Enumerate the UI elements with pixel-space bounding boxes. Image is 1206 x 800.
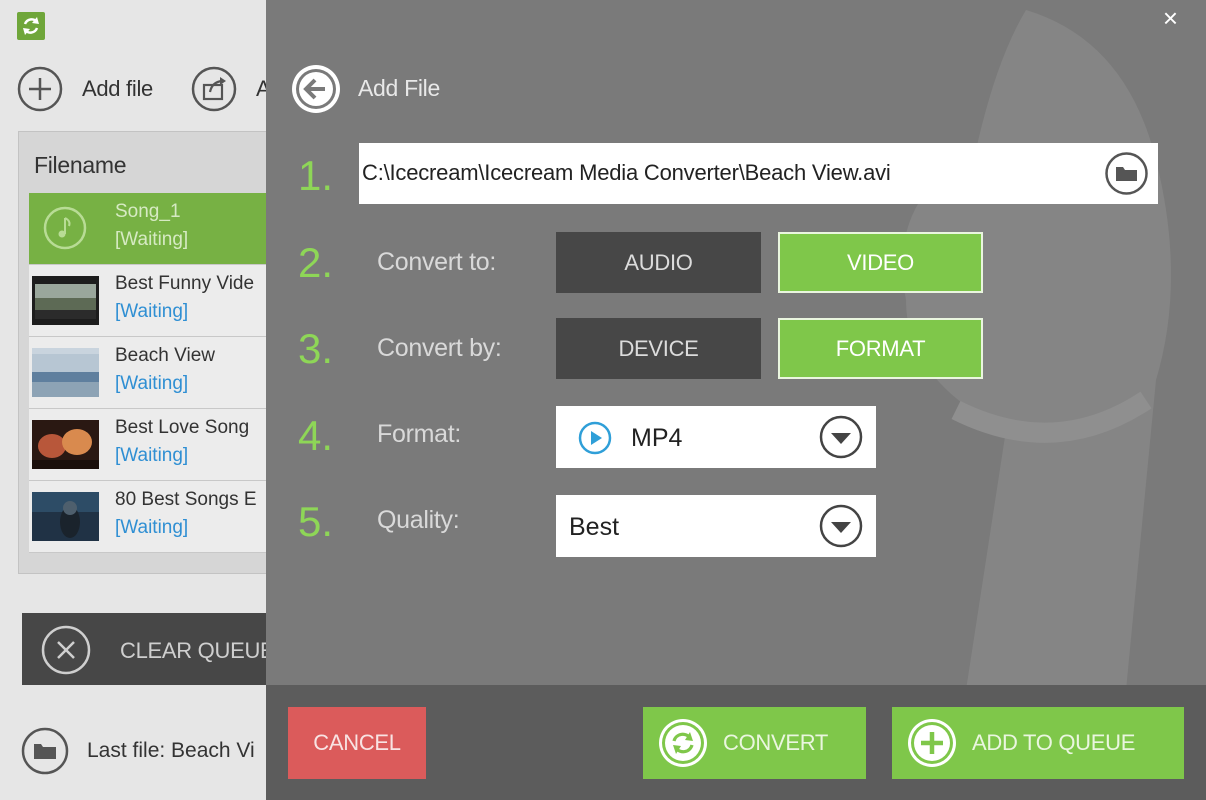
plus-circle-icon xyxy=(16,65,64,113)
queue-item[interactable]: Best Love Song [Waiting] xyxy=(29,409,266,481)
step-number: 2. xyxy=(298,239,334,286)
add-file-dialog: × Add File 1. C:\Icecream\Icecream Media… xyxy=(266,0,1206,800)
last-file-bar: Last file: Beach Vi xyxy=(20,726,255,776)
add-to-queue-label: ADD TO QUEUE xyxy=(972,730,1136,755)
convert-button[interactable]: CONVERT xyxy=(643,707,866,779)
queue-item-status: [Waiting] xyxy=(115,517,189,538)
queue-item[interactable]: Best Funny Vide [Waiting] xyxy=(29,265,266,337)
quality-dropdown[interactable]: Best xyxy=(556,495,876,557)
queue-panel: Filename Song_1 [Waiting] Best Funny Vid… xyxy=(18,131,266,574)
plus-circle-icon xyxy=(906,717,958,769)
back-arrow-icon[interactable] xyxy=(290,63,342,115)
add-file-button[interactable]: Add file xyxy=(16,64,153,114)
queue-item[interactable]: 80 Best Songs E [Waiting] xyxy=(29,481,266,553)
format-value: MP4 xyxy=(631,424,683,452)
format-toggle-button[interactable]: FORMAT xyxy=(778,318,983,379)
queue-item[interactable]: Beach View [Waiting] xyxy=(29,337,266,409)
folder-icon[interactable] xyxy=(1104,151,1149,196)
step-number: 1. xyxy=(298,152,334,199)
chevron-down-icon xyxy=(818,414,864,460)
convert-by-label: Convert by: xyxy=(377,334,502,362)
video-toggle-button[interactable]: VIDEO xyxy=(778,232,983,293)
add-to-queue-button[interactable]: ADD TO QUEUE xyxy=(892,707,1184,779)
folder-icon[interactable] xyxy=(20,726,70,776)
queue-item-name: 80 Best Songs E xyxy=(115,489,257,510)
add-url-button[interactable]: A xyxy=(190,64,266,114)
queue-item-name: Beach View xyxy=(115,345,215,366)
step-number: 4. xyxy=(298,412,334,459)
main-window: Add file A Filename Song_1 [Waiting] Bes… xyxy=(0,0,266,800)
queue-item-name: Song_1 xyxy=(115,201,181,222)
video-thumbnail xyxy=(32,276,99,325)
app-logo-icon xyxy=(17,12,45,40)
play-circle-icon xyxy=(578,421,612,455)
quality-value: Best xyxy=(569,513,620,541)
format-dropdown[interactable]: MP4 xyxy=(556,406,876,468)
refresh-icon xyxy=(657,717,709,769)
convert-label: CONVERT xyxy=(723,730,829,755)
queue-item-status: [Waiting] xyxy=(115,445,189,466)
dialog-action-bar: CANCEL CONVERT ADD TO QUEUE xyxy=(266,685,1206,800)
device-toggle-button[interactable]: DEVICE xyxy=(556,318,761,379)
audio-toggle-button[interactable]: AUDIO xyxy=(556,232,761,293)
last-file-label: Last file: Beach Vi xyxy=(87,739,255,762)
queue-list: Song_1 [Waiting] Best Funny Vide [Waitin… xyxy=(29,193,266,553)
filename-column-header: Filename xyxy=(34,152,127,178)
dialog-title: Add File xyxy=(358,75,440,101)
video-thumbnail xyxy=(32,492,99,541)
queue-item-status: [Waiting] xyxy=(115,229,189,250)
step-number: 3. xyxy=(298,325,334,372)
chevron-down-icon xyxy=(818,503,864,549)
queue-item-status: [Waiting] xyxy=(115,373,189,394)
music-icon xyxy=(32,204,99,253)
quality-label: Quality: xyxy=(377,506,460,534)
video-thumbnail xyxy=(32,348,99,397)
share-circle-icon xyxy=(190,65,238,113)
close-circle-icon xyxy=(40,624,92,676)
add-file-label: Add file xyxy=(82,76,153,101)
format-label: Format: xyxy=(377,420,462,448)
close-icon[interactable]: × xyxy=(1163,5,1178,31)
queue-item-status: [Waiting] xyxy=(115,301,189,322)
file-path-field[interactable]: C:\Icecream\Icecream Media Converter\Bea… xyxy=(359,143,1158,204)
clear-queue-label: CLEAR QUEUE xyxy=(120,638,266,663)
queue-item-name: Best Love Song xyxy=(115,417,250,438)
file-path-value: C:\Icecream\Icecream Media Converter\Bea… xyxy=(362,160,891,185)
clear-queue-button[interactable]: CLEAR QUEUE xyxy=(22,613,266,685)
video-thumbnail xyxy=(32,420,99,469)
step-number: 5. xyxy=(298,498,334,545)
convert-to-label: Convert to: xyxy=(377,248,496,276)
queue-item[interactable]: Song_1 [Waiting] xyxy=(29,193,266,265)
queue-item-name: Best Funny Vide xyxy=(115,273,255,294)
cancel-button[interactable]: CANCEL xyxy=(288,707,426,779)
add-url-label: A xyxy=(256,76,266,101)
